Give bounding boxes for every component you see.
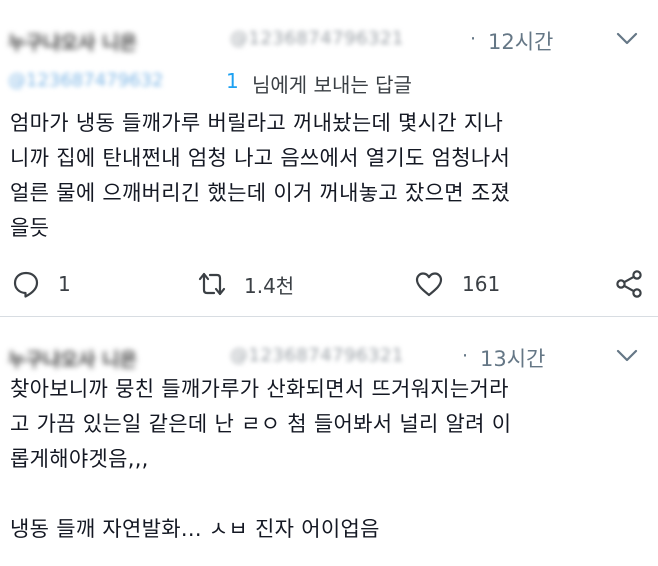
- tweet-header: 누구냐오사 니은 @1236874796321 · 13시간: [8, 339, 648, 375]
- reply-button[interactable]: 1: [12, 266, 71, 302]
- chevron-down-icon[interactable]: [616, 349, 638, 363]
- timestamp[interactable]: 12시간: [488, 26, 553, 56]
- share-icon: [616, 270, 642, 298]
- author-name[interactable]: 누구냐오사 니은: [8, 28, 218, 54]
- tweet-header: 누구냐오사 니은 @1236874796321 · 12시간: [8, 22, 648, 58]
- chevron-down-icon[interactable]: [616, 32, 638, 46]
- author-name[interactable]: 누구냐오사 니은: [8, 345, 218, 371]
- reply-count: 1: [58, 272, 71, 296]
- like-button[interactable]: 161: [414, 266, 500, 302]
- separator-dot: ·: [470, 28, 477, 50]
- author-handle[interactable]: @1236874796321: [230, 345, 470, 367]
- tweet-actions: 1 1.4천 161: [0, 266, 658, 302]
- separator-dot: ·: [462, 345, 469, 367]
- share-button[interactable]: [614, 266, 644, 302]
- reply-to-handle-tail[interactable]: 1: [226, 69, 239, 93]
- reply-icon: [13, 271, 39, 298]
- reply-context: @123687479632 1 님에게 보내는 답글: [8, 68, 608, 98]
- reply-context-label: 님에게 보내는 답글: [252, 73, 412, 97]
- like-count: 161: [462, 272, 501, 296]
- tweet-text: 찾아보니까 뭉친 들깨가루가 산화되면서 뜨거워지는거라 고 가끔 있는일 같은…: [10, 377, 512, 541]
- reply-to-handle[interactable]: @123687479632: [8, 70, 223, 94]
- like-icon: [415, 272, 443, 297]
- retweet-button[interactable]: 1.4천: [196, 266, 294, 302]
- tweet-text: 엄마가 냉동 들깨가루 버릴라고 꺼내놨는데 몇시간 지나 니까 집에 탄내쩐내…: [10, 111, 511, 240]
- tweet[interactable]: 누구냐오사 니은 @1236874796321 · 12시간 @12368747…: [0, 0, 658, 316]
- author-handle[interactable]: @1236874796321: [230, 28, 470, 50]
- retweet-icon: [198, 272, 226, 296]
- timestamp[interactable]: 13시간: [480, 343, 545, 373]
- retweet-count: 1.4천: [244, 273, 295, 298]
